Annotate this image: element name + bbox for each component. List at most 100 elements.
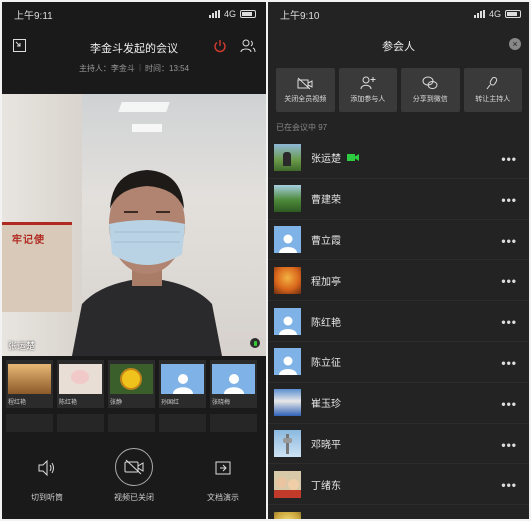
add-participant-label: 添加参与人 [350,96,386,103]
separator: | [138,63,142,72]
meeting-subtitle: 主持人：李金斗 | 时间：13:54 [2,63,266,74]
avatar [274,389,301,417]
status-bar: 上午9:10 4G [268,2,529,26]
default-avatar-icon [278,234,297,253]
list-item[interactable]: 丁绪东 ••• [268,464,529,506]
battery-icon [240,10,256,18]
battery-icon [505,10,521,18]
list-item[interactable]: 邓晓平 ••• [268,424,529,465]
participant-name: 邓晓平 [311,439,341,451]
share-to-wechat-label: 分享到微信 [412,96,448,103]
avatar [8,364,51,394]
participants-icon[interactable] [240,38,256,54]
signal-icon [208,10,220,18]
avatar [274,225,301,253]
default-avatar-icon [278,316,297,335]
thumbnail-tile[interactable]: 陈红艳 [57,360,104,408]
list-item[interactable]: 曹立霞 ••• [268,220,529,261]
transfer-host-label: 转让主持人 [475,96,511,103]
avatar [274,511,301,519]
add-person-icon [360,76,376,90]
list-item[interactable]: 程加亭 ••• [268,260,529,302]
status-time: 上午9:10 [280,10,320,22]
participant-name: 丁绪东 [311,480,341,492]
thumbnail-tile[interactable] [108,414,155,432]
more-options-icon[interactable]: ••• [501,438,517,452]
meeting-header: 李金斗发起的会议 主持人：李金斗 | 时间：13:54 [2,26,266,73]
network-type: 4G [223,9,236,19]
thumbnail-tile[interactable]: 张静 [108,360,155,408]
camera-off-icon [124,459,144,475]
participant-thumbnails-row2 [2,414,266,432]
participant-name: 陈立征 [311,358,341,370]
thumbnail-tile[interactable] [6,414,53,432]
mic-active-icon [250,338,260,348]
in-meeting-count: 已在会议中 97 [276,123,328,132]
camera-off-icon [297,77,313,89]
avatar [274,266,301,294]
thumbnail-name: 程红艳 [8,400,27,406]
more-options-icon[interactable]: ••• [501,315,517,329]
thumbnail-tile[interactable]: 孙国红 [159,360,206,408]
thumbnail-tile[interactable] [57,414,104,432]
banner-text: 牢记使 [12,235,45,246]
thumbnail-tile[interactable] [210,414,257,432]
participant-name: 曹建荣 [311,195,341,207]
participant-name: 崔玉珍 [311,399,341,411]
meeting-video-screen: 上午9:11 4G 李金斗发起的会议 主持人：李金斗 | 时间：13:54 牢记… [2,2,266,519]
more-options-icon[interactable]: ••• [501,234,517,248]
thumbnail-name: 陈红艳 [59,400,78,406]
avatar [274,144,301,172]
video-status-label: 视频已关闭 [114,493,154,502]
participant-name: 程加亭 [311,276,341,288]
speaker-icon [38,460,54,476]
list-item[interactable]: 陈立征 ••• [268,342,529,383]
more-options-icon[interactable]: ••• [501,193,517,207]
participant-name: 曹立霞 [311,235,341,247]
participant-list: 张运楚 ••• 曹建荣 ••• 曹立霞 ••• 程加亭 ••• 陈红艳 ••• … [268,138,529,519]
more-options-icon[interactable]: ••• [501,397,517,411]
more-options-icon[interactable]: ••• [501,478,517,492]
avatar [274,185,301,213]
meeting-controls: 切到听筒 视频已关闭 文档演示 [2,448,266,518]
participants-screen: 上午9:10 4G 参会人 × 关闭全员视频 添加参与人 分享到微信 转让主持人… [268,2,529,519]
more-options-icon[interactable]: ••• [501,152,517,166]
duration-label: 时间：13:54 [145,64,190,73]
main-video[interactable]: 牢记使 张运楚 [2,94,266,356]
toggle-video-button[interactable]: 视频已关闭 [102,448,166,503]
close-icon[interactable]: × [509,38,521,50]
participant-name: 陈红艳 [311,317,341,329]
status-time: 上午9:11 [14,10,53,22]
default-avatar-icon [172,374,193,394]
avatar [274,429,301,457]
switch-to-earpiece-button[interactable]: 切到听筒 [22,448,72,503]
more-options-icon[interactable]: ••• [501,356,517,370]
document-share-label: 文档演示 [207,493,239,502]
list-item[interactable]: 崔玉珍 ••• [268,383,529,424]
wechat-icon [422,76,438,89]
thumbnail-tile[interactable]: 程红艳 [6,360,53,408]
list-item[interactable]: 陈红艳 ••• [268,301,529,342]
list-item[interactable]: 董婕 ••• [268,505,529,519]
document-share-icon [215,461,231,475]
switch-to-earpiece-label: 切到听筒 [31,493,63,502]
list-item[interactable]: 张运楚 ••• [268,138,529,179]
status-bar: 上午9:11 4G [2,2,266,26]
thumbnail-name: 孙国红 [161,400,180,406]
share-to-wechat-button[interactable]: 分享到微信 [401,68,460,112]
host-actions: 关闭全员视频 添加参与人 分享到微信 转让主持人 [276,68,522,112]
close-all-video-label: 关闭全员视频 [284,95,327,103]
end-meeting-icon[interactable] [212,38,228,54]
add-participant-button[interactable]: 添加参与人 [338,68,397,112]
thumbnail-name: 张晓梅 [212,400,231,406]
more-options-icon[interactable]: ••• [501,274,517,288]
document-share-button[interactable]: 文档演示 [198,448,248,503]
default-avatar-icon [223,374,244,394]
avatar [274,348,301,376]
thumbnail-tile[interactable]: 张晓梅 [210,360,257,408]
close-all-video-button[interactable]: 关闭全员视频 [276,68,335,112]
list-item[interactable]: 曹建荣 ••• [268,179,529,220]
transfer-host-button[interactable]: 转让主持人 [463,68,522,112]
thumbnail-name: 张静 [110,400,123,406]
thumbnail-tile[interactable] [159,414,206,432]
